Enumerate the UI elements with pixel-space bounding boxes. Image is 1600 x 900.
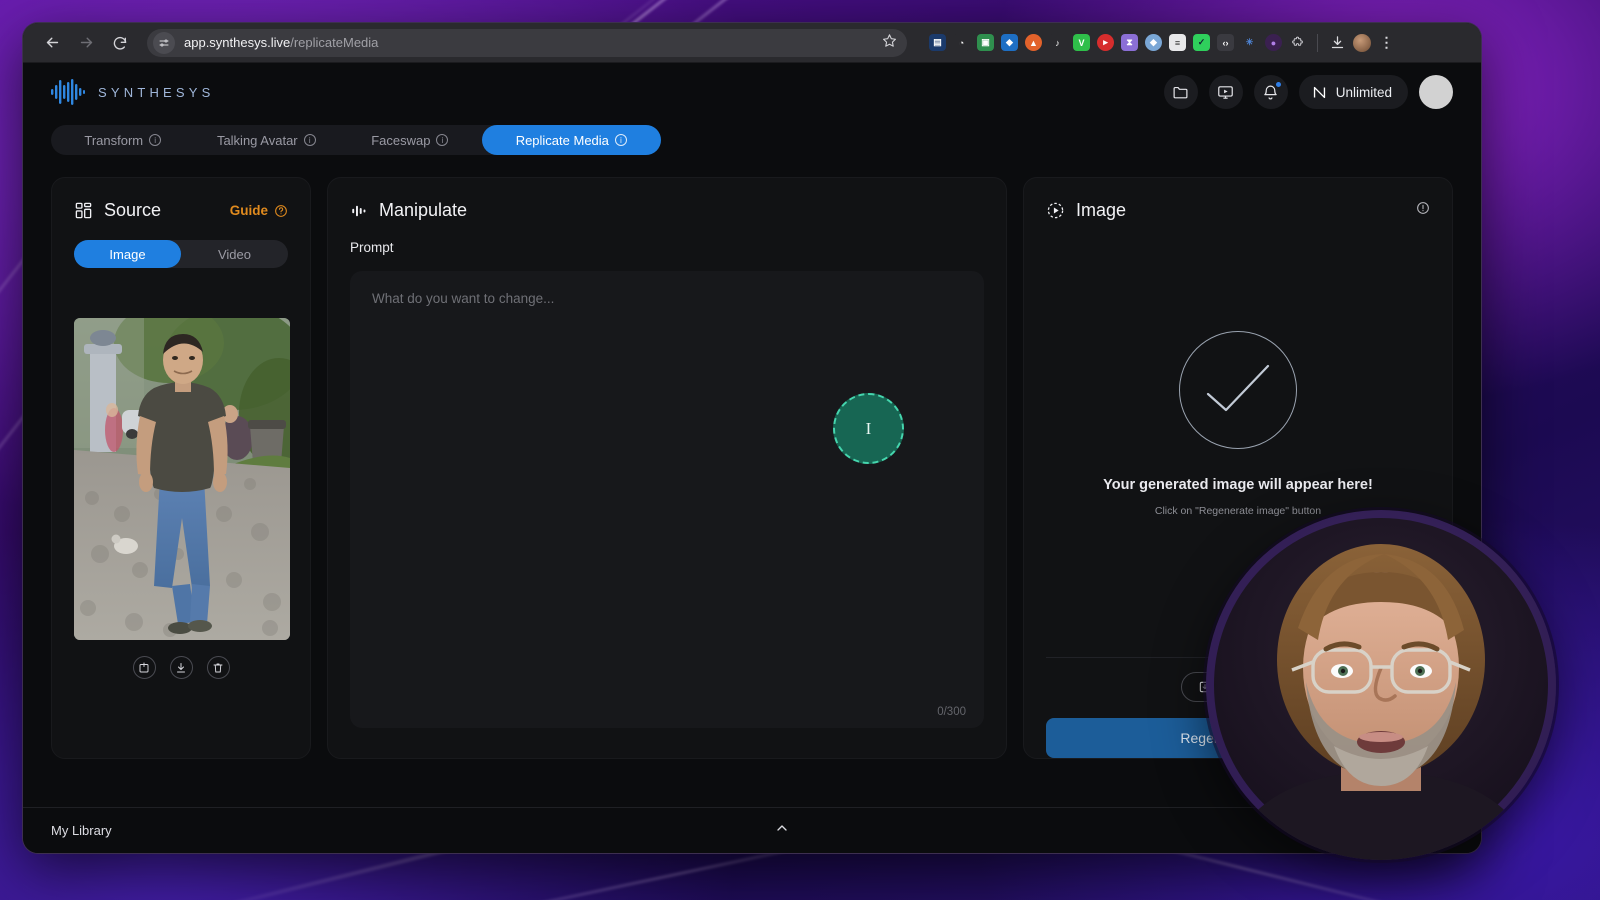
source-title-group: Source xyxy=(74,200,161,221)
extension-1[interactable]: ▤ xyxy=(929,34,946,51)
source-type-segmented: Image Video xyxy=(74,240,288,268)
segment-image[interactable]: Image xyxy=(74,240,181,268)
panel-title: Manipulate xyxy=(379,200,468,220)
plan-label: Unlimited xyxy=(1335,84,1392,100)
url-text: app.synthesys.live/replicateMedia xyxy=(184,35,378,50)
library-label: My Library xyxy=(51,823,112,838)
diamond-logo-icon xyxy=(1313,86,1325,98)
kebab-menu-icon[interactable]: ⋮ xyxy=(1378,34,1395,51)
extension-2[interactable]: ◔ xyxy=(953,34,970,51)
extension-6[interactable]: ♪ xyxy=(1049,34,1066,51)
info-icon[interactable]: i xyxy=(303,134,316,146)
guide-link[interactable]: Guide xyxy=(230,203,288,218)
brand-logo[interactable]: SYNTHESYS xyxy=(51,79,215,105)
extension-12[interactable]: ✓ xyxy=(1193,34,1210,51)
manipulate-title-group: Manipulate xyxy=(350,200,984,221)
info-icon[interactable]: i xyxy=(436,134,449,146)
info-icon[interactable]: i xyxy=(614,134,627,146)
empty-state-title: Your generated image will appear here! xyxy=(1103,477,1373,493)
prompt-input[interactable]: What do you want to change... 0/300 xyxy=(350,271,984,728)
tab-transform[interactable]: Transform i xyxy=(51,125,195,155)
plan-badge[interactable]: Unlimited xyxy=(1298,75,1408,109)
extension-5[interactable]: ▲ xyxy=(1025,34,1042,51)
tab-talking-avatar[interactable]: Talking Avatar i xyxy=(195,125,339,155)
layout-blocks-icon xyxy=(75,202,92,219)
mode-tabbar: Transform i Talking Avatar i Faceswap i … xyxy=(51,125,661,155)
manipulate-panel: Manipulate Prompt What do you want to ch… xyxy=(327,177,1007,759)
extension-strip: ▤ ◔ ▣ ◆ ▲ ♪ V ▸ ⧗ ◆ ≡ ✓ ‹› ✳ ● ⋮ xyxy=(919,33,1395,52)
url-domain: app.synthesys.live xyxy=(184,35,291,50)
extension-15[interactable]: ● xyxy=(1265,34,1282,51)
app-header: SYNTHESYS Unlimited xyxy=(23,63,1481,121)
cursor-highlight: I xyxy=(833,393,904,464)
header-actions: Unlimited xyxy=(1163,75,1453,109)
forward-arrow-icon[interactable] xyxy=(71,28,101,58)
address-bar[interactable]: app.synthesys.live/replicateMedia xyxy=(147,28,907,57)
prompt-label: Prompt xyxy=(350,240,394,255)
segment-label: Video xyxy=(217,246,251,262)
crop-expand-icon xyxy=(139,662,149,672)
extension-4[interactable]: ◆ xyxy=(1001,34,1018,51)
notification-badge xyxy=(1273,80,1283,89)
extension-10[interactable]: ◆ xyxy=(1145,34,1162,51)
tab-label: Talking Avatar xyxy=(216,132,298,148)
source-header: Source Guide xyxy=(74,200,288,221)
question-mark-icon xyxy=(275,204,287,217)
guide-label: Guide xyxy=(229,203,268,218)
equalizer-icon xyxy=(352,205,366,216)
check-circle-icon xyxy=(1179,331,1297,449)
extension-11[interactable]: ≡ xyxy=(1169,34,1186,51)
back-arrow-icon[interactable] xyxy=(37,28,67,58)
extension-8[interactable]: ▸ xyxy=(1097,34,1114,51)
brand-wordmark: SYNTHESYS xyxy=(98,84,215,100)
browser-toolbar: app.synthesys.live/replicateMedia ▤ ◔ ▣ … xyxy=(23,23,1481,63)
tab-label: Replicate Media xyxy=(515,132,609,148)
crop-expand-button[interactable] xyxy=(132,656,156,679)
download-icon[interactable] xyxy=(1329,34,1346,51)
webcam-overlay xyxy=(1206,510,1556,860)
reload-icon[interactable] xyxy=(105,28,135,58)
character-counter: 0/300 xyxy=(937,706,966,718)
tab-replicate-media[interactable]: Replicate Media i xyxy=(481,125,661,155)
toolbar-divider xyxy=(1317,33,1318,52)
browser-profile-avatar[interactable] xyxy=(1353,33,1371,52)
source-thumbnail[interactable] xyxy=(74,318,290,640)
notification-bell-icon[interactable] xyxy=(1253,75,1288,109)
text-ibeam-cursor: I xyxy=(865,418,872,438)
download-icon xyxy=(177,662,185,672)
folder-icon[interactable] xyxy=(1163,75,1198,109)
source-panel: Source Guide Image Video xyxy=(51,177,311,759)
extension-14[interactable]: ✳ xyxy=(1241,34,1258,51)
chevron-up-icon[interactable] xyxy=(774,820,790,841)
source-actions xyxy=(74,656,288,679)
waveform-logo-icon xyxy=(51,79,85,105)
segment-label: Image xyxy=(109,246,146,262)
url-path: /replicateMedia xyxy=(290,35,379,50)
trash-icon xyxy=(213,663,223,672)
tab-faceswap[interactable]: Faceswap i xyxy=(338,125,482,155)
user-avatar[interactable] xyxy=(1419,75,1453,109)
page-title: Source xyxy=(104,200,162,220)
extension-7[interactable]: V xyxy=(1073,34,1090,51)
extension-13[interactable]: ‹› xyxy=(1217,34,1234,51)
delete-source-button[interactable] xyxy=(206,656,230,679)
empty-state-subtitle: Click on "Regenerate image" button xyxy=(1154,505,1322,517)
site-settings-icon[interactable] xyxy=(153,31,175,54)
tab-label: Faceswap xyxy=(371,132,431,148)
video-player-icon[interactable] xyxy=(1208,75,1243,109)
extension-9[interactable]: ⧗ xyxy=(1121,34,1138,51)
extension-3[interactable]: ▣ xyxy=(977,34,994,51)
star-icon[interactable] xyxy=(882,33,897,53)
download-source-button[interactable] xyxy=(169,656,193,679)
prompt-placeholder: What do you want to change... xyxy=(372,291,555,306)
tab-label: Transform xyxy=(84,132,144,148)
extensions-puzzle-icon[interactable] xyxy=(1289,34,1306,51)
segment-video[interactable]: Video xyxy=(181,240,288,268)
info-icon[interactable]: i xyxy=(149,134,162,146)
